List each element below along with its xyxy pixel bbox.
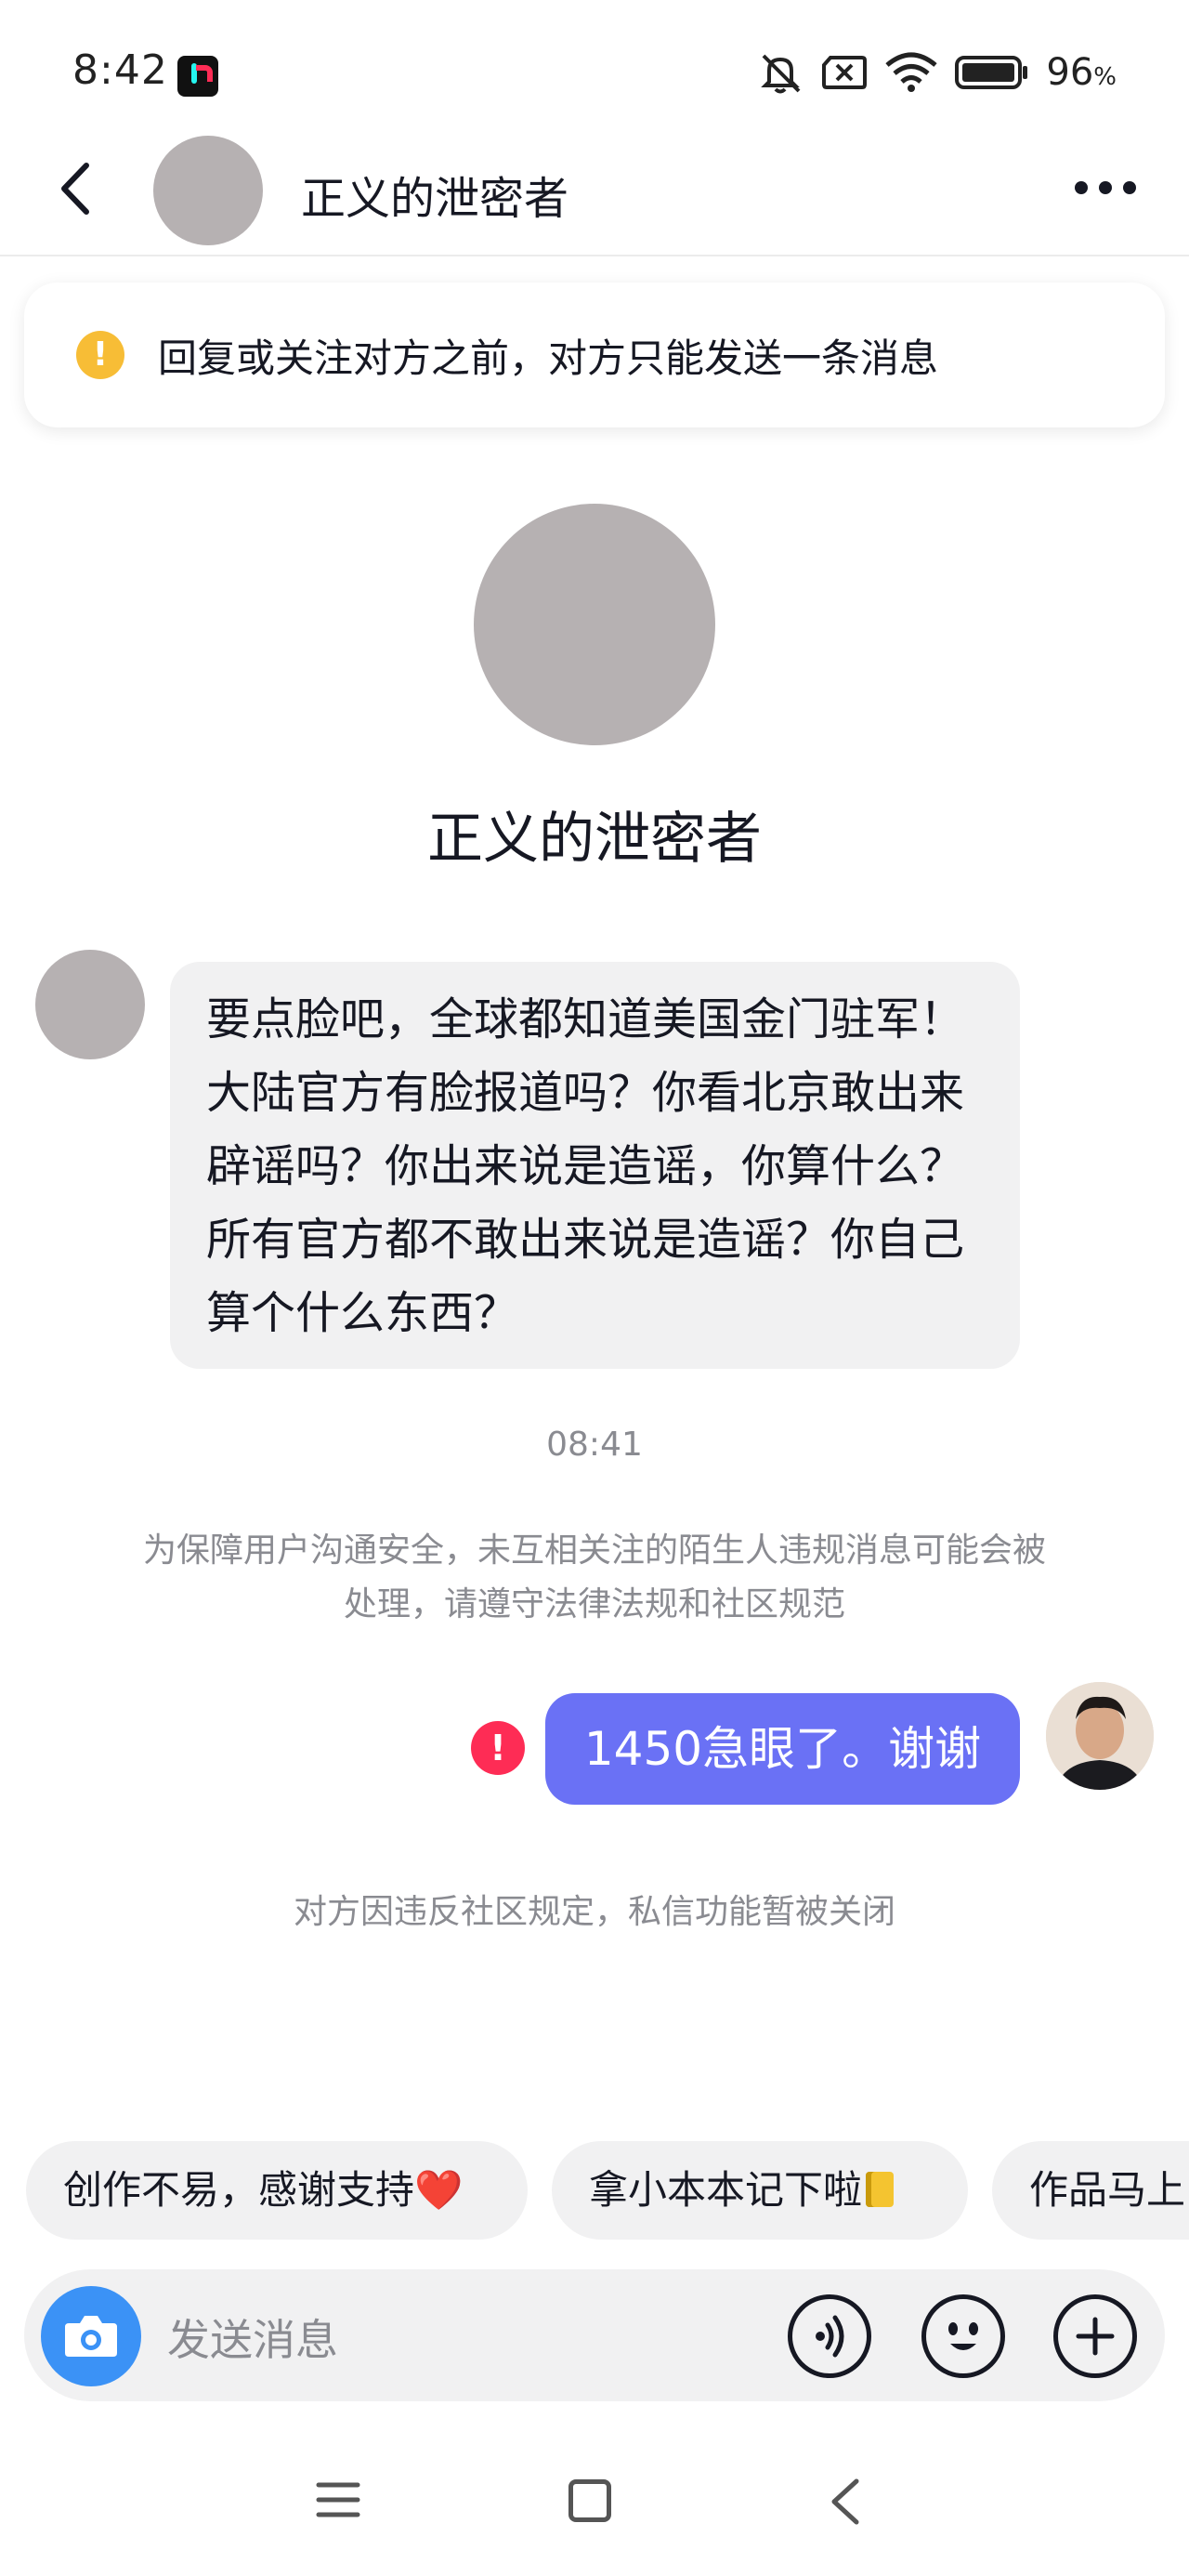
back-chevron-icon[interactable] <box>51 156 107 221</box>
plus-button[interactable] <box>1053 2294 1137 2378</box>
incoming-message-text: 要点脸吧，全球都知道美国金门驻军！大陆官方有脸报道吗？你看北京敢出来辟谣吗？你出… <box>206 993 965 1339</box>
warning-text: 回复或关注对方之前，对方只能发送一条消息 <box>158 335 939 381</box>
back-triangle-icon[interactable] <box>827 2476 864 2528</box>
menu-icon[interactable] <box>316 2480 360 2519</box>
battery-icon <box>955 56 1028 89</box>
dm-closed-notice: 对方因违反社区规定，私信功能暂被关闭 <box>293 1893 895 1931</box>
quick-reply-chip[interactable]: 拿小本本记下啦 <box>552 2141 968 2240</box>
quick-reply-label: 创作不易，感谢支持 <box>63 2167 415 2213</box>
quick-reply-chip[interactable]: 作品马上 <box>992 2141 1189 2240</box>
emoji-icon <box>948 2322 978 2350</box>
tiktok-app-icon <box>177 56 218 97</box>
more-dots-icon[interactable] <box>1068 177 1143 199</box>
voice-button[interactable] <box>788 2294 871 2378</box>
home-square-icon[interactable] <box>568 2479 611 2522</box>
chat-title[interactable]: 正义的泄密者 <box>301 162 568 227</box>
no-sim-icon <box>822 56 868 89</box>
plus-icon <box>1076 2317 1115 2356</box>
exclamation-icon: ! <box>76 331 124 379</box>
header-divider <box>0 255 1189 256</box>
notebook-emoji-icon <box>866 2172 895 2207</box>
send-failed-icon[interactable]: ! <box>471 1721 525 1775</box>
outgoing-message-text: 1450急眼了。谢谢 <box>583 1722 982 1776</box>
camera-icon <box>65 2316 117 2357</box>
status-icons: 96% <box>756 45 1117 100</box>
message-input[interactable]: 发送消息 <box>167 2307 338 2368</box>
user-photo-avatar <box>1046 1682 1154 1790</box>
my-avatar[interactable] <box>1046 1682 1154 1790</box>
camera-button[interactable] <box>41 2286 141 2386</box>
emoji-button[interactable] <box>921 2294 1005 2378</box>
battery-percent: 96% <box>1046 51 1117 94</box>
voice-icon <box>816 2315 844 2358</box>
quick-reply-label: 作品马上 <box>1029 2167 1186 2213</box>
profile-avatar[interactable] <box>474 504 715 745</box>
safety-notice: 为保障用户沟通安全，未互相关注的陌生人违规消息可能会被处理，请遵守法律法规和社区… <box>142 1531 1046 1623</box>
profile-name: 正义的泄密者 <box>427 807 762 872</box>
quick-reply-chip[interactable]: 创作不易，感谢支持❤️ <box>26 2141 528 2240</box>
sender-avatar[interactable] <box>35 950 145 1059</box>
status-time: 8:42 <box>72 46 168 94</box>
heart-emoji-icon: ❤️ <box>414 2167 464 2213</box>
wifi-icon <box>885 52 937 92</box>
mute-bell-icon <box>761 54 801 94</box>
message-timestamp: 08:41 <box>546 1426 643 1464</box>
quick-reply-label: 拿小本本记下啦 <box>589 2167 863 2213</box>
header-avatar[interactable] <box>153 136 263 245</box>
